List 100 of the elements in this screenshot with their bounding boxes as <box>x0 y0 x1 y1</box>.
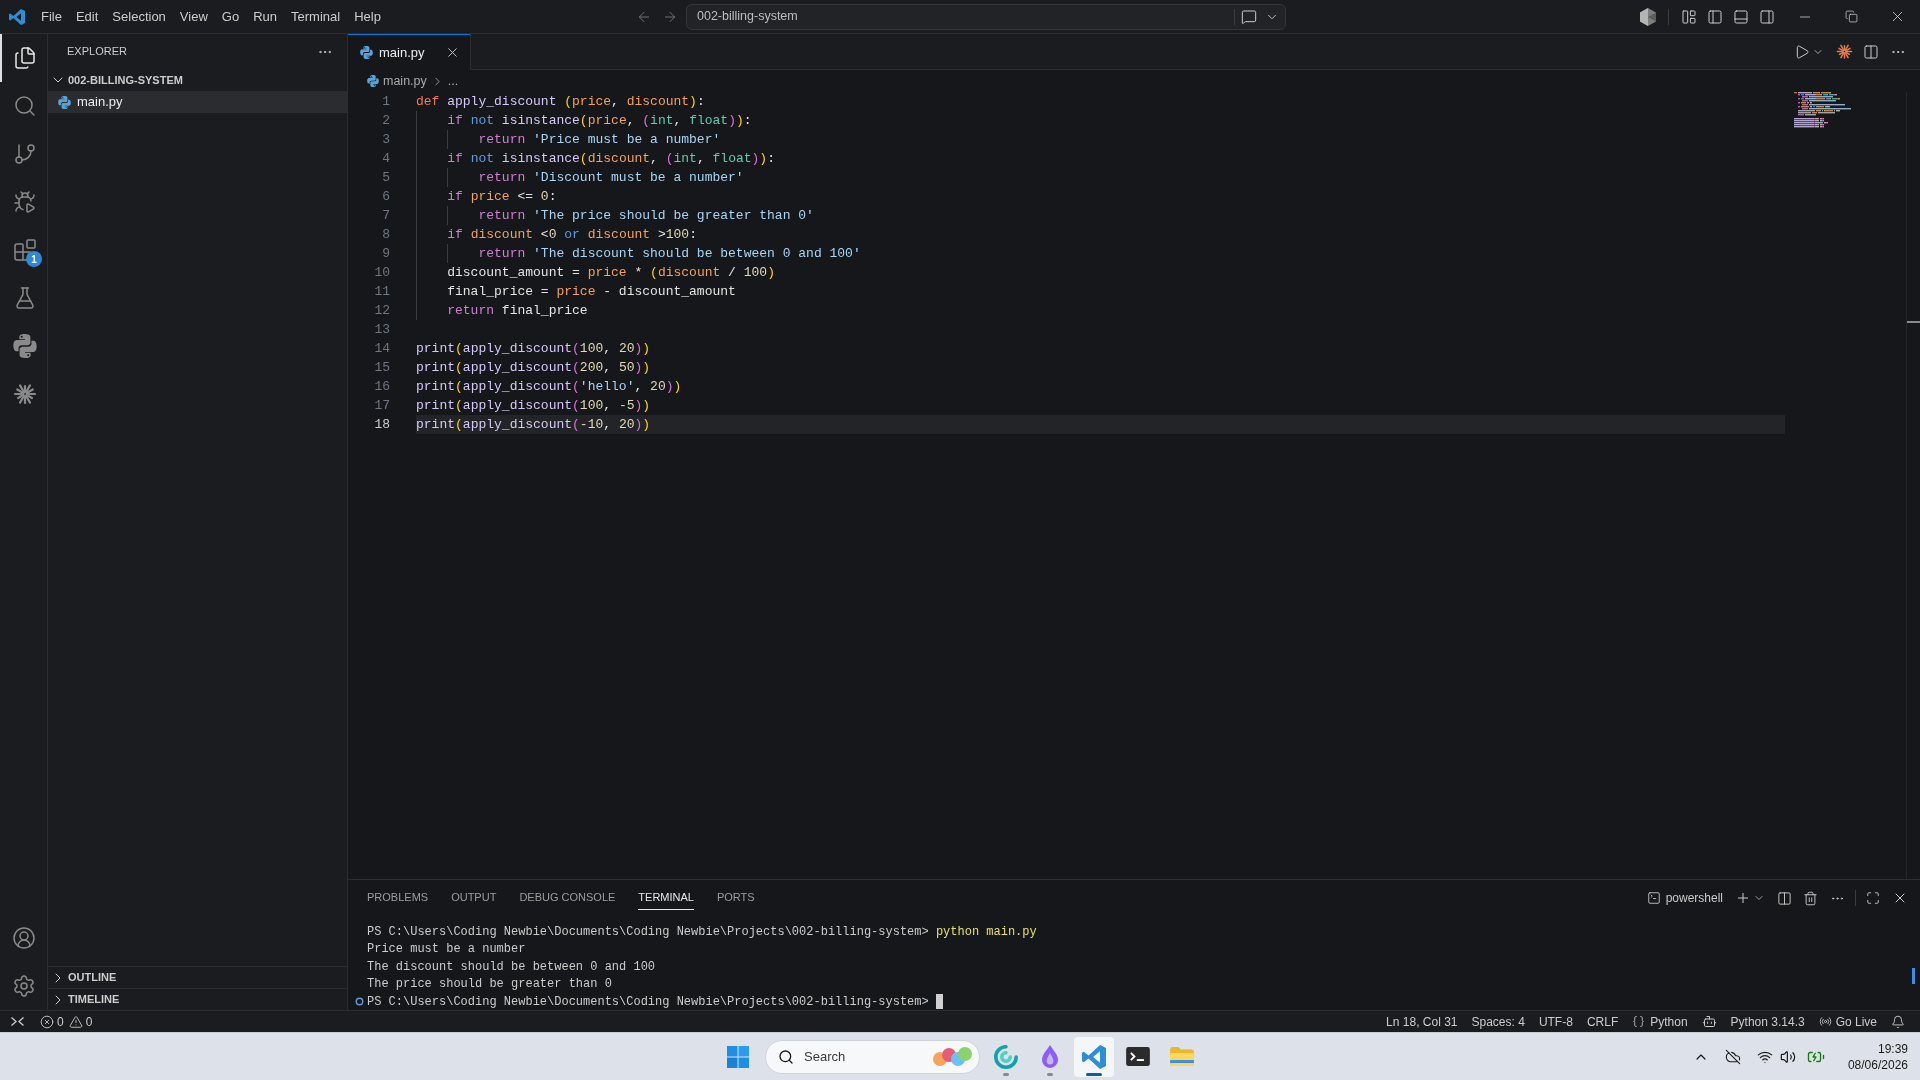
speaker-icon[interactable] <box>1779 1048 1796 1065</box>
files-icon <box>12 46 37 70</box>
cloud-off-icon[interactable] <box>1724 1048 1741 1065</box>
code-line: return 'The discount should be between 0 and 100' <box>478 246 861 261</box>
line-number: 13 <box>373 321 390 339</box>
chat-icon[interactable] <box>1241 8 1257 25</box>
breadcrumb-item[interactable]: main.py <box>383 71 427 91</box>
menu-item[interactable]: Selection <box>105 4 173 29</box>
terminal-line: PS C:\Users\Coding Newbie\Documents\Coding Newbie\Projects\002-billing-system> <box>367 993 929 1011</box>
command-marker-icon[interactable] <box>355 997 364 1007</box>
folder-app-icon <box>1170 1047 1194 1066</box>
bot-icon[interactable] <box>1701 1014 1717 1029</box>
layout-icon[interactable] <box>1681 8 1697 25</box>
code-line: print(apply_discount(100, -5)) <box>416 398 651 413</box>
menu-item[interactable]: Go <box>214 4 247 29</box>
clock-date: 08/06/2026 <box>1847 1056 1908 1073</box>
line-number: 12 <box>373 302 390 320</box>
folder-item[interactable]: 002-BILLING-SYSTEM <box>48 69 347 91</box>
bell-icon[interactable] <box>1891 1014 1905 1029</box>
code-line: def apply_discount (price, discount): <box>416 94 705 109</box>
python-file-icon <box>360 46 373 59</box>
braces-icon <box>1632 1015 1646 1028</box>
code-line: if discount <0 or discount >100: <box>447 227 697 242</box>
windows-logo-icon[interactable] <box>727 1045 749 1068</box>
status-item[interactable]: UTF-8 <box>1531 1012 1580 1031</box>
app-logo <box>9 8 25 25</box>
panel-tab[interactable]: TERMINAL <box>638 886 694 910</box>
panel-right-icon[interactable] <box>1759 8 1775 25</box>
code-line: if price <= 0: <box>447 189 557 204</box>
trash-icon[interactable] <box>1803 890 1818 906</box>
account-icon[interactable] <box>11 926 36 950</box>
code-line: return final_price <box>447 303 588 318</box>
python-file-icon <box>367 75 379 87</box>
bug-play-icon <box>12 190 37 214</box>
code-line: final_price = price - discount_amount <box>447 284 736 299</box>
python-file-icon <box>58 95 71 109</box>
menu-item[interactable]: Run <box>246 4 284 29</box>
blocks-icon <box>12 238 37 262</box>
code-line: print(apply_discount(-10, 20)) <box>416 417 651 432</box>
panel-bottom-icon[interactable] <box>1733 8 1749 25</box>
tree-item[interactable]: main.py <box>48 91 347 113</box>
restore-icon[interactable] <box>1844 10 1858 23</box>
settings-icon[interactable] <box>11 974 36 998</box>
language-mode[interactable]: Python <box>1625 1012 1695 1031</box>
terminal-line: Price must be a number <box>367 941 526 959</box>
menu-item[interactable]: File <box>34 4 69 29</box>
go-live-button[interactable]: Go Live <box>1811 1012 1884 1031</box>
terminal-icon <box>1646 891 1661 905</box>
sidebar-title: EXPLORER <box>67 44 127 60</box>
menu-item[interactable]: Edit <box>68 4 106 29</box>
command-center[interactable]: 002-billing-system <box>686 3 1286 30</box>
status-item[interactable]: Python 3.14.3 <box>1723 1012 1812 1031</box>
panel-tab[interactable]: PROBLEMS <box>367 886 429 910</box>
section-header[interactable]: OUTLINE <box>48 966 347 988</box>
taskbar-app[interactable] <box>1074 1036 1114 1077</box>
code-line: return 'Discount must be a number' <box>478 170 744 185</box>
panel-tab[interactable]: PORTS <box>716 886 755 910</box>
python-icon <box>12 334 37 358</box>
code-line: print(apply_discount(200, 50)) <box>416 360 651 375</box>
search-highlight-drawing <box>932 1045 972 1068</box>
remote-icon[interactable] <box>10 1017 24 1026</box>
cursor-position-marker <box>1907 321 1920 323</box>
menu-item[interactable]: View <box>172 4 215 29</box>
status-item[interactable]: Spaces: 4 <box>1464 1012 1532 1031</box>
asterisk-icon[interactable] <box>1836 43 1853 60</box>
branch-icon <box>12 142 37 166</box>
plus-icon[interactable] <box>1735 890 1751 906</box>
code-line: print(apply_discount(100, 20)) <box>416 341 651 356</box>
menu-item[interactable]: Help <box>347 4 388 29</box>
panel-tab[interactable]: OUTPUT <box>451 886 497 910</box>
activity-tab[interactable]: 1 <box>0 226 47 274</box>
editor-tab[interactable]: main.py <box>348 34 471 70</box>
split-editor-icon[interactable] <box>1863 43 1879 60</box>
status-item[interactable]: Ln 18, Col 31 <box>1379 1012 1465 1031</box>
line-number: 7 <box>381 207 390 225</box>
maximize-icon[interactable] <box>1866 891 1880 905</box>
line-number: 4 <box>381 150 390 168</box>
terminal-selector[interactable]: powershell <box>1646 889 1723 907</box>
shaded-hexagon-icon[interactable] <box>1640 7 1656 26</box>
status-item[interactable]: CRLF <box>1579 1012 1626 1031</box>
line-number: 3 <box>381 131 390 149</box>
menu-item[interactable]: Terminal <box>284 4 348 29</box>
count-badge: 1 <box>26 251 42 267</box>
line-number: 16 <box>373 378 390 396</box>
line-number: 11 <box>373 283 390 301</box>
breadcrumb-item[interactable]: ... <box>447 71 459 91</box>
problems-status[interactable]: 0 0 <box>34 1012 99 1031</box>
split-terminal-icon[interactable] <box>1777 890 1792 906</box>
minimap-drawing[interactable] <box>1794 92 1851 128</box>
error-icon <box>40 1014 54 1029</box>
line-number: 9 <box>381 245 390 263</box>
line-number: 10 <box>373 264 390 282</box>
run-icon[interactable] <box>1794 43 1810 60</box>
swirl-app-icon <box>994 1044 1018 1069</box>
panel-tab[interactable]: DEBUG CONSOLE <box>519 886 616 910</box>
terminal-app-icon <box>1126 1047 1150 1066</box>
panel-left-icon[interactable] <box>1707 8 1723 25</box>
close-icon[interactable] <box>445 45 460 60</box>
line-number: 2 <box>381 112 390 130</box>
search-field[interactable]: Search <box>765 1039 980 1074</box>
